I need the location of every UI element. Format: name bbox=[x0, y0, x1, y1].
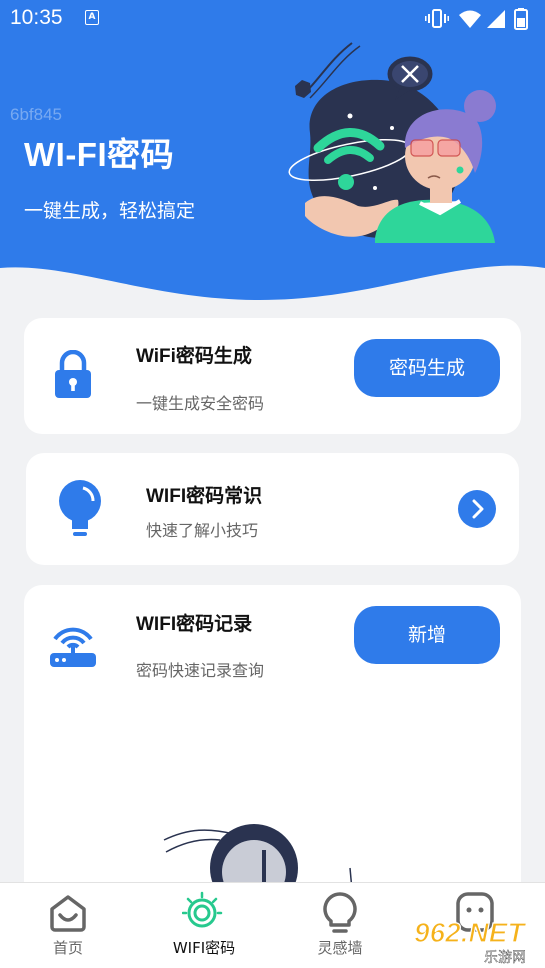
status-time: 10:35 bbox=[10, 6, 63, 29]
nav-item-inspiration[interactable]: 灵感墙 bbox=[290, 883, 390, 968]
card-desc-records: 密码快速记录查询 bbox=[136, 661, 265, 680]
watermark-sub: 乐游网 bbox=[484, 950, 526, 966]
page-title: WI-FI密码 bbox=[24, 136, 175, 173]
nav-item-home[interactable]: 首页 bbox=[18, 883, 118, 968]
tips-arrow-button[interactable] bbox=[458, 490, 496, 528]
hero-illustration bbox=[288, 42, 496, 243]
hero-header: 10:35 A 6bf845 WI-FI密码 一键生成，轻松搞定 bbox=[0, 0, 545, 310]
add-record-button[interactable]: 新增 bbox=[354, 606, 500, 664]
card-title-generate: WiFi密码生成 bbox=[136, 346, 252, 367]
password-tips-card[interactable]: WIFI密码常识 快速了解小技巧 bbox=[26, 453, 519, 565]
card-desc-generate: 一键生成安全密码 bbox=[136, 394, 265, 413]
wifi-status-icon bbox=[459, 10, 481, 28]
bulb-icon bbox=[323, 892, 357, 933]
card-desc-tips: 快速了解小技巧 bbox=[146, 521, 259, 540]
watermark-code: 6bf845 bbox=[10, 105, 62, 124]
lock-icon bbox=[55, 350, 91, 398]
signal-icon bbox=[487, 10, 505, 28]
password-generate-card: WiFi密码生成 一键生成安全密码 密码生成 bbox=[24, 318, 521, 434]
watermark-brand: 962.NET bbox=[414, 917, 527, 948]
card-title-tips: WIFI密码常识 bbox=[146, 486, 263, 507]
notification-icon: A bbox=[85, 10, 99, 25]
bulb-icon bbox=[59, 480, 101, 536]
card-title-records: WIFI密码记录 bbox=[136, 614, 253, 635]
status-bar: 10:35 A bbox=[0, 0, 545, 38]
router-icon bbox=[50, 627, 96, 667]
nav-label-wifi: WIFI密码 bbox=[172, 939, 236, 957]
nav-label-home: 首页 bbox=[52, 939, 83, 957]
chevron-right-icon bbox=[472, 499, 484, 519]
site-watermark-logo: 962.NET 乐游网 bbox=[413, 916, 528, 966]
empty-state-illustration bbox=[163, 824, 353, 890]
generate-password-button[interactable]: 密码生成 bbox=[354, 339, 500, 397]
vibrate-icon bbox=[425, 9, 449, 28]
status-icons bbox=[425, 8, 528, 30]
wifi-icon bbox=[182, 891, 223, 928]
app-screen: 10:35 A 6bf845 WI-FI密码 一键生成，轻松搞定 WiFi密码生… bbox=[0, 0, 545, 968]
nav-label-inspiration: 灵感墙 bbox=[317, 939, 363, 957]
page-subtitle: 一键生成，轻松搞定 bbox=[24, 200, 196, 222]
battery-icon bbox=[514, 8, 528, 30]
home-icon bbox=[50, 895, 86, 932]
nav-item-wifi[interactable]: WIFI密码 bbox=[154, 883, 254, 968]
